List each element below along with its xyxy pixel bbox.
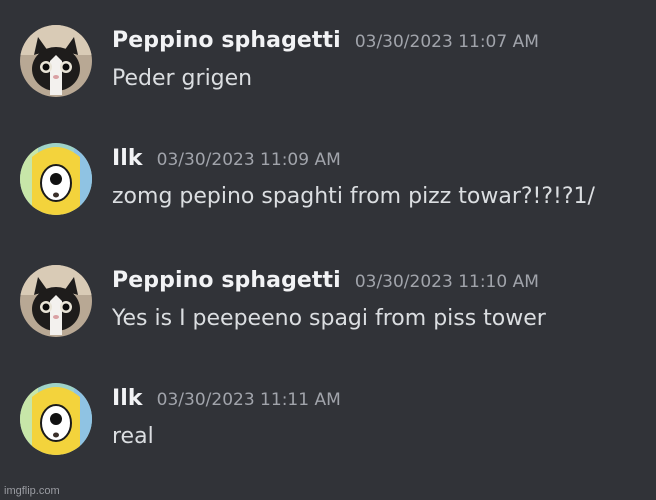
- username[interactable]: Ilk: [112, 146, 143, 171]
- message-header: Ilk 03/30/2023 11:09 AM: [112, 146, 341, 180]
- username[interactable]: Peppino sphagetti: [112, 268, 341, 293]
- username[interactable]: Peppino sphagetti: [112, 28, 341, 53]
- message-item: Peppino sphagetti 03/30/2023 11:10 AM Ye…: [0, 240, 656, 340]
- timestamp: 03/30/2023 11:07 AM: [354, 32, 539, 52]
- yellow-creature-avatar-icon[interactable]: [20, 383, 92, 455]
- message-item: Peppino sphagetti 03/30/2023 11:07 AM Pe…: [0, 0, 656, 100]
- message-item: Ilk 03/30/2023 11:09 AM zomg pepino spag…: [0, 118, 656, 218]
- timestamp: 03/30/2023 11:10 AM: [354, 272, 539, 292]
- message-header: Peppino sphagetti 03/30/2023 11:07 AM: [112, 28, 539, 62]
- timestamp: 03/30/2023 11:11 AM: [156, 390, 341, 410]
- message-header: Ilk 03/30/2023 11:11 AM: [112, 386, 341, 420]
- watermark: imgflip.com: [4, 485, 60, 497]
- chat-message-list: Peppino sphagetti 03/30/2023 11:07 AM Pe…: [0, 0, 656, 500]
- username[interactable]: Ilk: [112, 386, 143, 411]
- cat-avatar-icon[interactable]: [20, 265, 92, 337]
- message-content: zomg pepino spaghti from pizz towar?!?!?…: [112, 184, 595, 209]
- yellow-creature-avatar-icon[interactable]: [20, 143, 92, 215]
- timestamp: 03/30/2023 11:09 AM: [156, 150, 341, 170]
- message-header: Peppino sphagetti 03/30/2023 11:10 AM: [112, 268, 539, 302]
- message-content: Peder grigen: [112, 66, 253, 91]
- message-item: Ilk 03/30/2023 11:11 AM real: [0, 358, 656, 458]
- message-content: Yes is I peepeeno spagi from piss tower: [112, 306, 546, 331]
- message-content: real: [112, 424, 154, 449]
- cat-avatar-icon[interactable]: [20, 25, 92, 97]
